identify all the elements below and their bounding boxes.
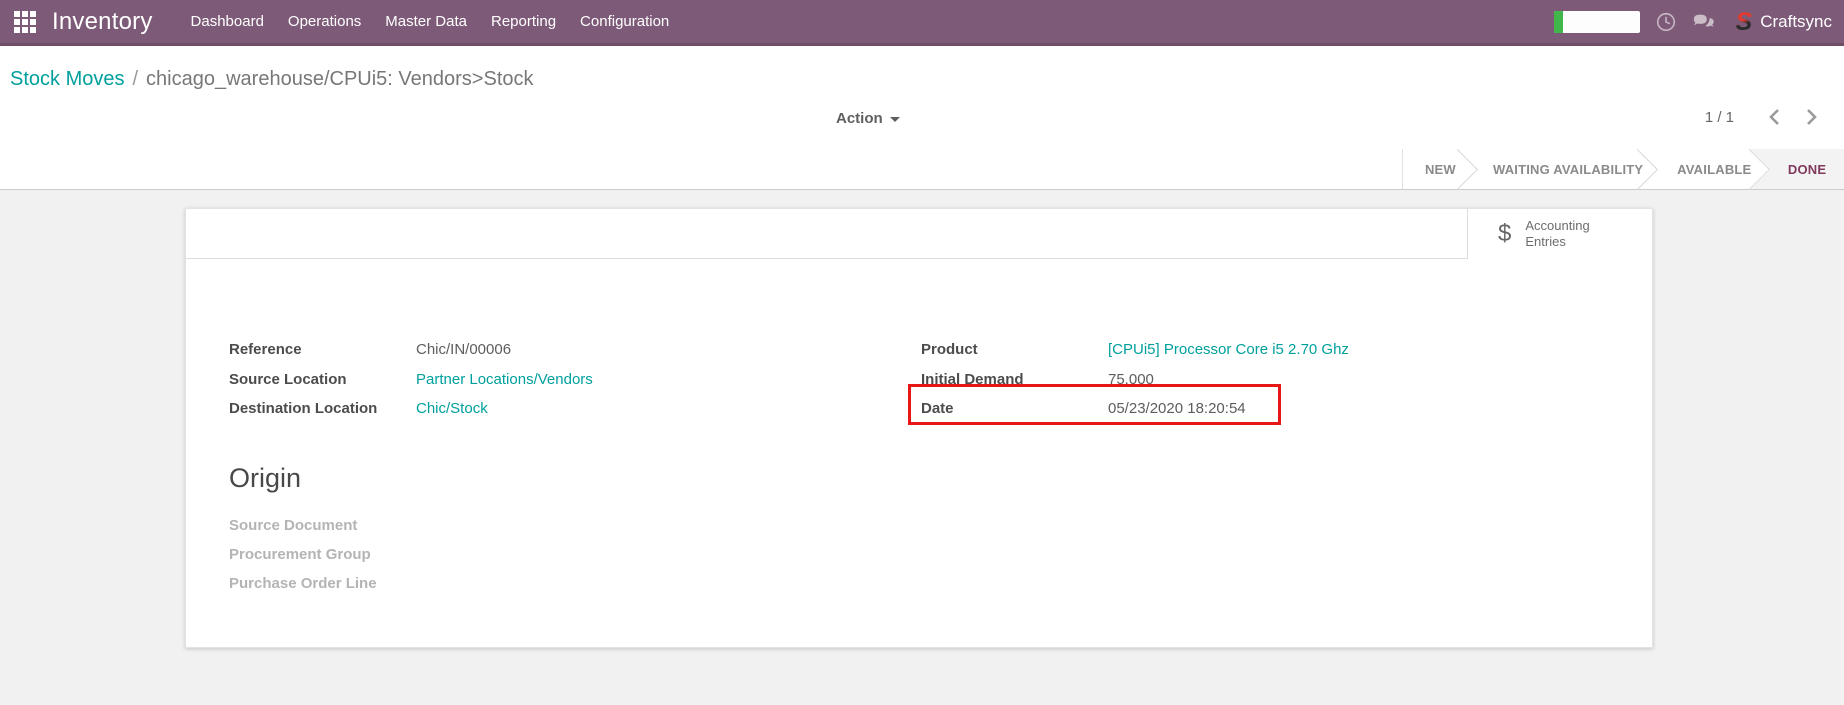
- field-value-product-link[interactable]: [CPUi5] Processor Core i5 2.70 Ghz: [1108, 341, 1349, 358]
- field-label-source-location: Source Location: [229, 371, 416, 388]
- action-label: Action: [836, 110, 883, 127]
- chevron-right-icon: [1805, 108, 1818, 126]
- field-row-destination-location: Destination Location Chic/Stock: [229, 394, 789, 424]
- user-name: Craftsync: [1760, 12, 1832, 32]
- menu-item-configuration[interactable]: Configuration: [570, 7, 679, 36]
- field-label-initial-demand: Initial Demand: [921, 371, 1108, 388]
- origin-field-procurement-group: Procurement Group: [229, 540, 377, 569]
- avatar: S: [1736, 11, 1753, 33]
- field-value-date: 05/23/2020 18:20:54: [1108, 400, 1246, 417]
- caret-down-icon: [890, 117, 900, 122]
- pager-previous-button[interactable]: [1764, 108, 1785, 126]
- origin-field-group: Source Document Procurement Group Purcha…: [229, 511, 377, 598]
- form-view: $ Accounting Entries Reference Chic/IN/0…: [0, 190, 1844, 705]
- breadcrumb-separator: /: [132, 68, 138, 90]
- control-panel: Stock Moves / chicago_warehouse/CPUi5: Ven…: [0, 46, 1844, 190]
- stage-waiting-availability[interactable]: WAITING AVAILABILITY: [1478, 149, 1659, 189]
- field-row-reference: Reference Chic/IN/00006: [229, 335, 789, 365]
- dollar-icon: $: [1498, 220, 1511, 248]
- messages-chat-icon[interactable]: [1692, 10, 1716, 34]
- sheet-header: $ Accounting Entries: [186, 209, 1652, 259]
- breadcrumb-current: chicago_warehouse/CPUi5: Vendors>Stock: [146, 68, 533, 90]
- field-group-right: Product [CPUi5] Processor Core i5 2.70 G…: [921, 335, 1561, 424]
- field-value-initial-demand: 75.000: [1108, 371, 1154, 388]
- topbar-right: S Craftsync: [1554, 10, 1832, 34]
- statusbar: NEW WAITING AVAILABILITY AVAILABLE DONE: [1402, 149, 1844, 189]
- apps-grid-icon[interactable]: [14, 11, 36, 33]
- action-menu-button[interactable]: Action: [836, 106, 900, 130]
- field-row-date: Date 05/23/2020 18:20:54: [921, 394, 1561, 424]
- field-group-left: Reference Chic/IN/00006 Source Location …: [229, 335, 789, 424]
- menu-item-master-data[interactable]: Master Data: [375, 7, 477, 36]
- pager-value: 1 / 1: [1705, 109, 1734, 126]
- menu-item-reporting[interactable]: Reporting: [481, 7, 566, 36]
- field-label-destination-location: Destination Location: [229, 400, 416, 417]
- origin-field-purchase-order-line: Purchase Order Line: [229, 569, 377, 598]
- origin-section-title: Origin: [229, 463, 301, 494]
- pager-next-button[interactable]: [1801, 108, 1822, 126]
- form-sheet: $ Accounting Entries Reference Chic/IN/0…: [185, 208, 1653, 648]
- user-menu[interactable]: S Craftsync: [1736, 11, 1832, 33]
- menu-item-operations[interactable]: Operations: [278, 7, 371, 36]
- stage-available[interactable]: AVAILABLE: [1658, 149, 1770, 189]
- chevron-left-icon: [1768, 108, 1781, 126]
- field-row-initial-demand: Initial Demand 75.000: [921, 365, 1561, 395]
- main-menu: Dashboard Operations Master Data Reporti…: [181, 7, 680, 36]
- accounting-entries-button[interactable]: $ Accounting Entries: [1468, 209, 1652, 259]
- timer-progress-bar: [1554, 11, 1640, 33]
- field-label-date: Date: [921, 400, 1108, 417]
- app-title[interactable]: Inventory: [52, 8, 153, 36]
- accounting-entries-label: Accounting Entries: [1525, 218, 1601, 250]
- timer-progress-fill: [1554, 11, 1563, 33]
- menu-item-dashboard[interactable]: Dashboard: [181, 7, 274, 36]
- pager: 1 / 1: [1705, 108, 1822, 126]
- field-label-product: Product: [921, 341, 1108, 358]
- breadcrumb-stock-moves-link[interactable]: Stock Moves: [10, 68, 124, 90]
- activities-clock-icon[interactable]: [1654, 10, 1678, 34]
- field-value-destination-location-link[interactable]: Chic/Stock: [416, 400, 488, 417]
- field-row-product: Product [CPUi5] Processor Core i5 2.70 G…: [921, 335, 1561, 365]
- origin-field-source-document: Source Document: [229, 511, 377, 540]
- stage-new[interactable]: NEW: [1403, 149, 1478, 189]
- field-label-reference: Reference: [229, 341, 416, 358]
- button-box: $ Accounting Entries: [1467, 209, 1652, 259]
- field-value-source-location-link[interactable]: Partner Locations/Vendors: [416, 371, 593, 388]
- breadcrumb: Stock Moves / chicago_warehouse/CPUi5: Ven…: [10, 68, 534, 91]
- top-navbar: Inventory Dashboard Operations Master Da…: [0, 0, 1844, 46]
- field-value-reference: Chic/IN/00006: [416, 341, 511, 358]
- field-row-source-location: Source Location Partner Locations/Vendor…: [229, 365, 789, 395]
